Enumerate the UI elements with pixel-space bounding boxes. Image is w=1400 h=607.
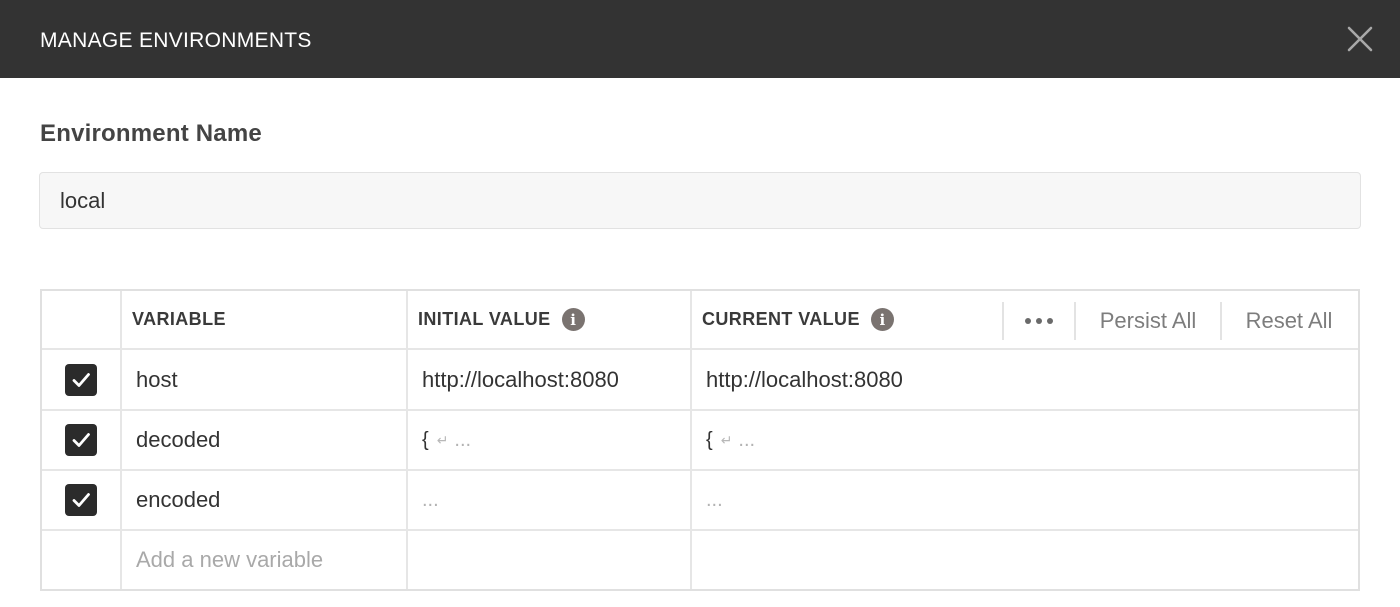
initial-value-cell[interactable] bbox=[408, 531, 690, 589]
variable-name: decoded bbox=[136, 427, 221, 452]
row-enabled-checkbox[interactable] bbox=[65, 424, 97, 456]
initial-value-cell[interactable]: { ↵ ... bbox=[408, 411, 690, 469]
current-value-cell[interactable] bbox=[692, 531, 1358, 589]
initial-value-cell[interactable]: http://localhost:8080 bbox=[408, 350, 690, 409]
variable-name: host bbox=[136, 366, 178, 392]
environment-name-input[interactable] bbox=[39, 172, 1361, 229]
add-variable-row: Add a new variable bbox=[42, 531, 1358, 589]
column-header-initial-value: INITIAL VALUE i bbox=[408, 291, 690, 348]
initial-value: http://localhost:8080 bbox=[422, 366, 619, 392]
initial-value: ... bbox=[422, 488, 439, 511]
current-value-cell[interactable]: http://localhost:8080 bbox=[692, 350, 1358, 409]
column-divider bbox=[120, 291, 122, 589]
column-header-variable: VARIABLE bbox=[132, 309, 226, 329]
variables-table: VARIABLE INITIAL VALUE i CURRENT VALUE i… bbox=[40, 289, 1360, 591]
table-row: host http://localhost:8080 http://localh… bbox=[42, 350, 1358, 411]
dialog-titlebar: MANAGE ENVIRONMENTS bbox=[0, 0, 1400, 78]
newline-icon: ↵ bbox=[436, 431, 449, 448]
info-icon[interactable]: i bbox=[870, 308, 894, 331]
current-value-cell[interactable]: { ↵ ... bbox=[692, 411, 1358, 469]
table-row: encoded ... ... bbox=[42, 471, 1358, 531]
table-header-actions: Persist All Reset All bbox=[1002, 302, 1356, 340]
persist-all-button[interactable]: Persist All bbox=[1076, 303, 1220, 339]
initial-value-cell[interactable]: ... bbox=[408, 471, 690, 529]
row-enabled-checkbox[interactable] bbox=[65, 363, 97, 396]
table-header-row: VARIABLE INITIAL VALUE i CURRENT VALUE i… bbox=[42, 291, 1358, 350]
row-enabled-checkbox[interactable] bbox=[65, 484, 97, 516]
dialog-title: MANAGE ENVIRONMENTS bbox=[40, 29, 312, 52]
current-value-cell[interactable]: ... bbox=[692, 471, 1358, 529]
column-divider bbox=[690, 291, 692, 589]
current-value: { ↵ ... bbox=[706, 428, 756, 451]
variable-name-cell[interactable]: host bbox=[122, 350, 406, 409]
environment-name-label: Environment Name bbox=[40, 120, 262, 147]
info-icon[interactable]: i bbox=[561, 308, 585, 331]
add-variable-placeholder: Add a new variable bbox=[136, 547, 324, 572]
add-variable-cell[interactable]: Add a new variable bbox=[122, 531, 406, 589]
current-value: http://localhost:8080 bbox=[706, 366, 903, 392]
ellipsis-icon[interactable] bbox=[1004, 303, 1074, 339]
reset-all-button[interactable]: Reset All bbox=[1222, 303, 1356, 339]
close-icon[interactable] bbox=[1346, 25, 1374, 53]
table-row: decoded { ↵ ... { ↵ ... bbox=[42, 411, 1358, 471]
current-value: ... bbox=[706, 488, 723, 511]
variable-name-cell[interactable]: decoded bbox=[122, 411, 406, 469]
newline-icon: ↵ bbox=[720, 431, 733, 448]
column-divider bbox=[406, 291, 408, 589]
initial-value: { ↵ ... bbox=[422, 428, 472, 451]
variable-name-cell[interactable]: encoded bbox=[122, 471, 406, 529]
variable-name: encoded bbox=[136, 487, 221, 512]
